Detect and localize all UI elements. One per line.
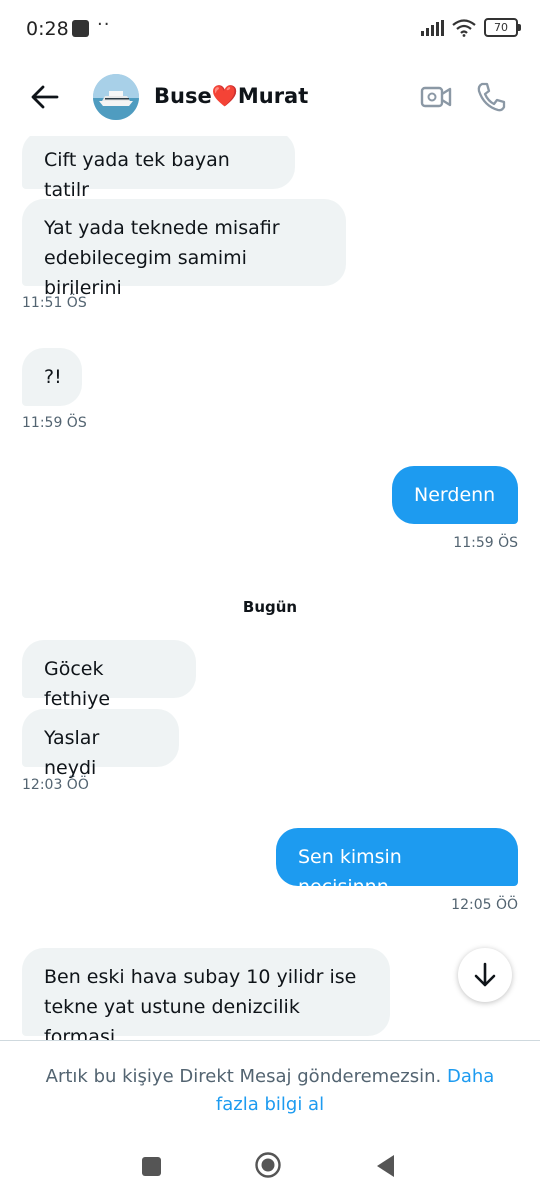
status-indicators: 70 bbox=[421, 18, 521, 37]
video-call-icon[interactable] bbox=[420, 82, 452, 112]
notification-icon bbox=[72, 20, 89, 37]
message-bubble[interactable]: ?! bbox=[22, 348, 82, 406]
system-navigation-bar bbox=[0, 1126, 540, 1200]
restriction-notice: Artık bu kişiye Direkt Mesaj gönderemezs… bbox=[26, 1063, 514, 1119]
restriction-notice-text: Artık bu kişiye Direkt Mesaj gönderemezs… bbox=[45, 1066, 442, 1087]
message-bubble[interactable]: Ben eski hava subay 10 yilidr ise tekne … bbox=[22, 948, 390, 1048]
message-timestamp: 11:59 ÖS bbox=[453, 535, 518, 551]
dm-restriction-footer: Artık bu kişiye Direkt Mesaj gönderemezs… bbox=[0, 1040, 540, 1127]
message-text: Yaslar neydi bbox=[44, 727, 100, 779]
day-separator: Bugün bbox=[242, 598, 298, 616]
conversation-header: Buse❤️Murat bbox=[0, 58, 540, 136]
battery-level: 70 bbox=[494, 21, 508, 34]
message-timestamp: 12:05 ÖÖ bbox=[451, 897, 518, 913]
message-bubble[interactable]: Göcek fethiye bbox=[22, 640, 196, 710]
yacht-image bbox=[93, 74, 139, 120]
phone-icon[interactable] bbox=[474, 80, 508, 114]
message-text: Nerdenn bbox=[414, 484, 496, 506]
recents-icon[interactable] bbox=[142, 1157, 161, 1176]
message-timestamp: 12:03 ÖÖ bbox=[22, 777, 89, 793]
avatar[interactable] bbox=[93, 74, 139, 120]
signal-icon bbox=[421, 19, 444, 36]
contact-name[interactable]: Buse❤️Murat bbox=[154, 84, 308, 109]
home-icon[interactable] bbox=[254, 1151, 282, 1179]
message-text: Ben eski hava subay 10 yilidr ise tekne … bbox=[44, 966, 357, 1048]
status-time: 0:28 bbox=[26, 18, 69, 40]
message-bubble[interactable]: Yat yada teknede misafir edebilecegim sa… bbox=[22, 199, 346, 299]
back-arrow-icon[interactable] bbox=[28, 80, 62, 114]
scroll-to-bottom-button[interactable] bbox=[458, 948, 512, 1002]
battery-icon: 70 bbox=[484, 18, 521, 37]
message-text: Sen kimsin necisinnn bbox=[298, 846, 402, 898]
back-triangle-icon[interactable] bbox=[374, 1153, 396, 1179]
message-bubble[interactable]: Yaslar neydi bbox=[22, 709, 179, 779]
message-bubble[interactable]: Nerdenn bbox=[392, 466, 518, 524]
message-bubble[interactable]: Cift yada tek bayan tatilr bbox=[22, 131, 295, 201]
message-timestamp: 11:51 ÖS bbox=[22, 295, 87, 311]
message-text: Cift yada tek bayan tatilr bbox=[44, 149, 230, 201]
arrow-down-icon bbox=[474, 962, 496, 987]
more-notifications-icon: ·· bbox=[97, 14, 111, 35]
message-text: ?! bbox=[44, 366, 62, 388]
message-timestamp: 11:59 ÖS bbox=[22, 415, 87, 431]
message-text: Göcek fethiye bbox=[44, 658, 111, 710]
wifi-icon bbox=[452, 18, 476, 37]
message-bubble[interactable]: Sen kimsin necisinnn bbox=[276, 828, 518, 898]
message-text: Yat yada teknede misafir edebilecegim sa… bbox=[44, 217, 280, 299]
status-bar: 0:28 ·· 70 bbox=[0, 0, 540, 58]
